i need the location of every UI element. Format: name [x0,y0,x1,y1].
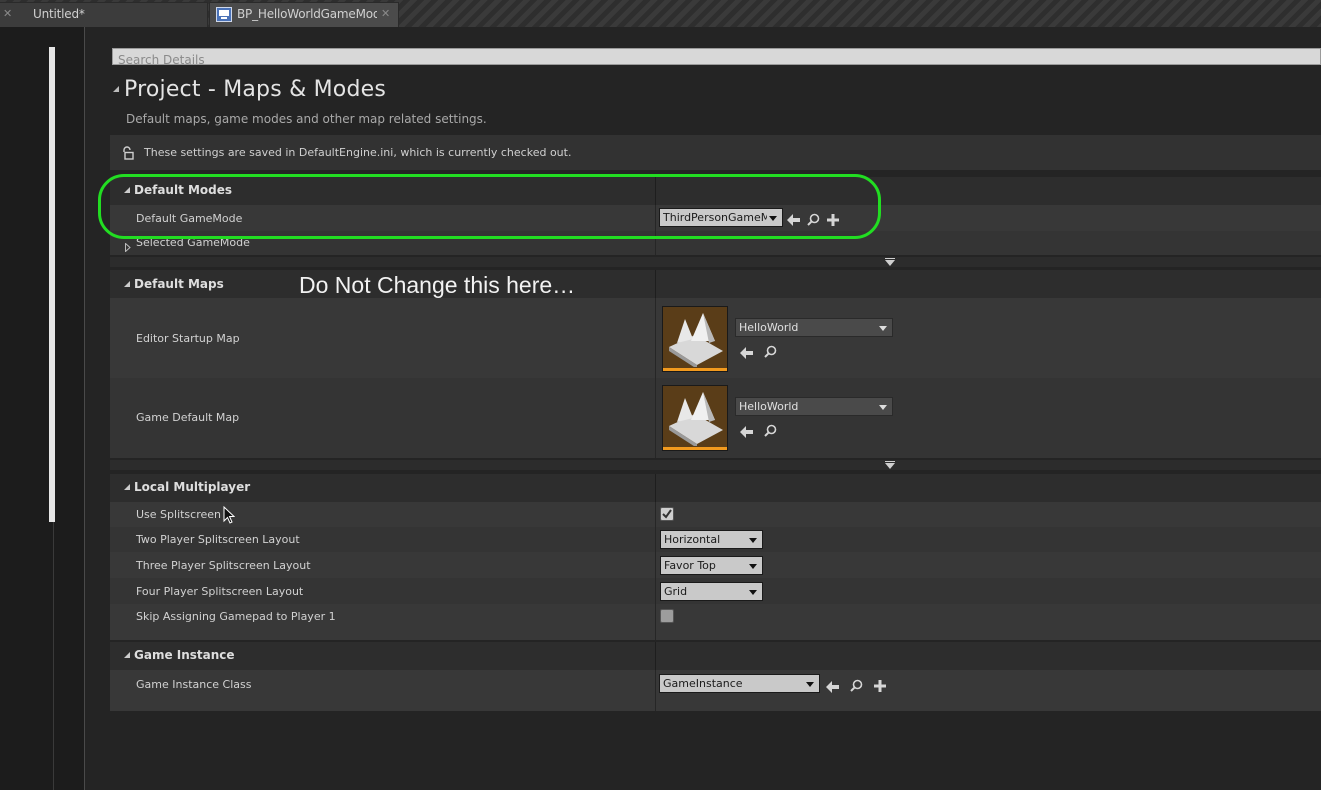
browse-back-icon[interactable] [740,344,753,363]
world-map-icon[interactable] [662,385,728,451]
category-title: Default Modes [134,183,233,197]
two-player-layout-dropdown[interactable]: Horizontal [660,530,763,549]
chevron-down-icon [749,590,757,595]
add-icon[interactable] [827,211,839,230]
category-header-default-modes[interactable] [110,177,1321,205]
chevron-down-icon [769,216,777,221]
close-icon[interactable]: ✕ [3,3,12,25]
close-icon[interactable]: ✕ [381,3,390,25]
property-label: Selected GameMode [136,236,250,249]
editor-startup-map-dropdown[interactable]: HelloWorld [735,318,893,337]
page-title: Project - Maps & Modes [124,77,387,102]
property-label: Game Instance Class [136,678,252,691]
tab-bp-helloworldgamemode[interactable]: BP_HelloWorldGameMode ✕ [209,2,399,27]
mouse-cursor-icon [223,505,236,528]
advanced-expander[interactable] [110,257,1321,267]
use-splitscreen-checkbox[interactable] [660,507,674,521]
document-tab-bar: ✕ Untitled* BP_HelloWorldGameMode ✕ [0,0,1321,27]
browse-back-icon[interactable] [787,211,800,230]
category-header-local-multiplayer[interactable] [110,474,1321,502]
chevron-down-icon [806,682,814,687]
dropdown-value: Grid [664,585,688,598]
skip-gamepad-checkbox[interactable] [660,609,674,623]
lock-icon [121,145,135,164]
checkmark-icon [662,509,672,519]
advanced-expander[interactable] [110,460,1321,470]
config-notice-text: These settings are saved in DefaultEngin… [144,146,572,159]
search-details-field[interactable] [112,48,1321,68]
dropdown-value: ThirdPersonGameMode [663,211,767,224]
page-description: Default maps, game modes and other map r… [126,112,487,126]
scrollbar[interactable] [49,47,55,522]
three-player-layout-dropdown[interactable]: Favor Top [660,556,763,575]
dropdown-value: HelloWorld [739,321,799,334]
tab-label: BP_HelloWorldGameMode [237,7,377,21]
game-default-map-dropdown[interactable]: HelloWorld [735,397,893,416]
browse-back-icon[interactable] [826,678,839,697]
property-label: Two Player Splitscreen Layout [136,533,300,546]
dropdown-value: HelloWorld [739,400,799,413]
dropdown-value: GameInstance [663,677,743,690]
chevron-down-icon [749,564,757,569]
chevron-down-icon [879,326,887,331]
find-in-browser-icon[interactable] [764,422,777,441]
tab-untitled[interactable]: ✕ Untitled* [0,2,208,27]
left-panel [0,27,85,790]
world-map-icon[interactable] [662,306,728,372]
category-header-default-maps[interactable] [110,270,1321,298]
property-label: Game Default Map [136,411,240,424]
blueprint-icon [216,7,232,29]
collapse-arrow-icon[interactable] [113,86,119,92]
dropdown-value: Horizontal [664,533,721,546]
property-label: Skip Assigning Gamepad to Player 1 [136,610,336,623]
property-row-use-splitscreen [110,502,1321,527]
property-label: Default GameMode [136,212,243,225]
find-in-browser-icon[interactable] [764,343,777,362]
property-row-selected-gamemode [110,231,1321,255]
search-input[interactable] [113,52,1320,68]
add-icon[interactable] [874,677,886,696]
expand-arrow-icon[interactable] [125,237,131,256]
browse-back-icon[interactable] [740,423,753,442]
chevron-down-icon [879,405,887,410]
category-title: Local Multiplayer [134,480,251,494]
collapse-arrow-icon[interactable] [124,484,130,490]
annotation-text: Do Not Change this here… [299,272,576,298]
divider [84,27,85,790]
collapse-arrow-icon[interactable] [124,187,130,193]
collapse-arrow-icon[interactable] [124,652,130,658]
game-instance-class-dropdown[interactable]: GameInstance [659,674,820,693]
property-label: Three Player Splitscreen Layout [136,559,311,572]
category-header-game-instance[interactable] [110,642,1321,670]
find-in-browser-icon[interactable] [850,677,863,696]
dropdown-value: Favor Top [664,559,716,572]
collapse-arrow-icon[interactable] [124,281,130,287]
default-gamemode-dropdown[interactable]: ThirdPersonGameMode [659,208,783,227]
property-label: Editor Startup Map [136,332,240,345]
property-label: Four Player Splitscreen Layout [136,585,304,598]
category-title: Game Instance [134,648,235,662]
category-title: Default Maps [134,277,224,291]
find-in-browser-icon[interactable] [807,211,820,230]
tab-label: Untitled* [33,7,85,21]
property-label: Use Splitscreen [136,508,222,521]
divider [53,522,54,790]
chevron-down-icon [749,538,757,543]
four-player-layout-dropdown[interactable]: Grid [660,582,763,601]
